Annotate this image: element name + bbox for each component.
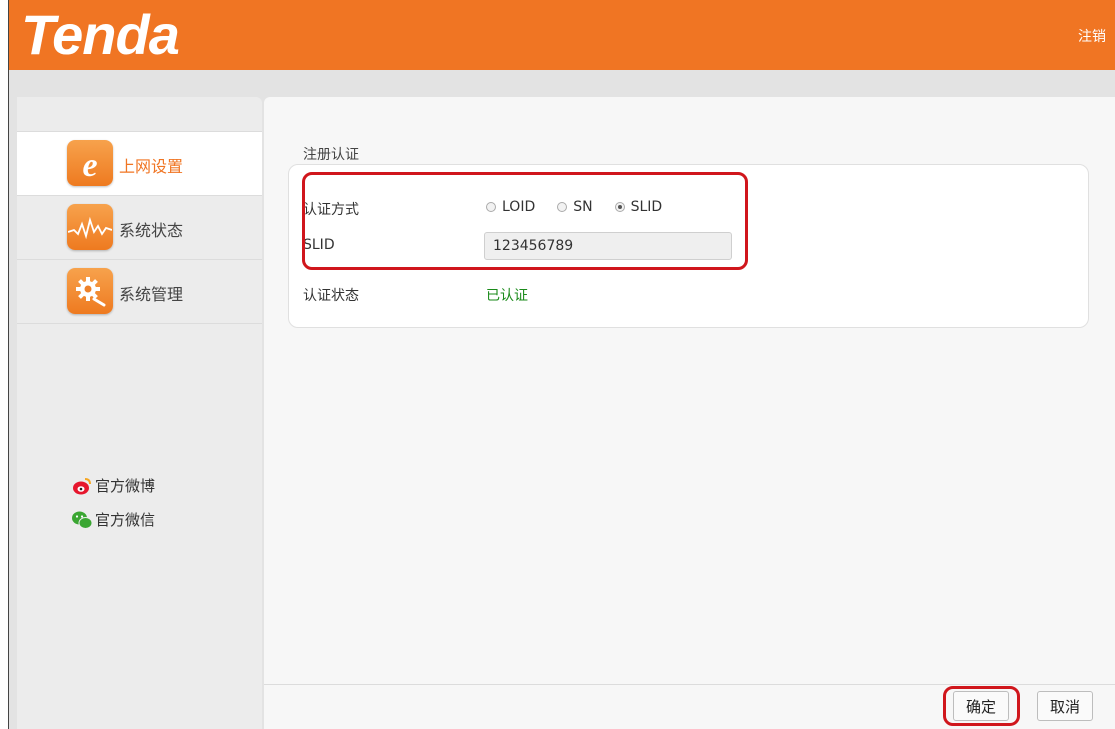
- slid-input[interactable]: [484, 232, 732, 260]
- auth-status-label: 认证状态: [303, 288, 359, 304]
- radio-button[interactable]: [486, 202, 496, 212]
- sidebar-item-system-management[interactable]: 系统管理: [17, 259, 262, 324]
- sidebar-item-label: 上网设置: [119, 157, 184, 176]
- logout-link[interactable]: 注销: [1078, 26, 1106, 46]
- section-title: 注册认证: [303, 147, 359, 163]
- auth-settings-card: 认证方式 LOID SN SLID SLID 认证状态 已认证: [288, 164, 1089, 328]
- ie-icon: e: [67, 140, 113, 186]
- sidebar-item-internet-settings[interactable]: e 上网设置: [17, 131, 262, 195]
- auth-method-radio-group: LOID SN SLID: [486, 199, 684, 215]
- confirm-button[interactable]: 确定: [953, 691, 1009, 721]
- weibo-icon: [71, 476, 93, 496]
- weibo-link[interactable]: 官方微博: [71, 475, 155, 496]
- wechat-icon: [71, 510, 93, 530]
- auth-method-label: 认证方式: [303, 202, 359, 218]
- radio-slid[interactable]: SLID: [614, 199, 663, 215]
- footer-divider: [264, 684, 1115, 685]
- sidebar-item-label: 系统状态: [119, 221, 184, 240]
- gear-icon: [67, 268, 113, 314]
- radio-button-selected[interactable]: [614, 202, 625, 212]
- sidebar: e 上网设置 系统状态 系统管理 官方微博 官方微信: [17, 97, 262, 729]
- radio-button[interactable]: [557, 202, 568, 212]
- main-panel: 注册认证 认证方式 LOID SN SLID SLID 认证状态: [264, 97, 1115, 729]
- weibo-label: 官方微博: [95, 477, 156, 495]
- wechat-link[interactable]: 官方微信: [71, 509, 155, 530]
- wechat-label: 官方微信: [95, 511, 156, 529]
- radio-loid[interactable]: LOID: [486, 199, 535, 215]
- slid-label: SLID: [303, 237, 335, 253]
- radio-label: LOID: [502, 199, 536, 215]
- top-header: Tenda 注销: [9, 0, 1115, 70]
- svg-text:e: e: [82, 147, 97, 181]
- radio-sn[interactable]: SN: [557, 199, 593, 215]
- router-admin-window: Tenda 注销 e 上网设置 系统状态 系统管理 官方微博 官方微信 注册认证…: [8, 0, 1115, 729]
- radio-label: SN: [573, 199, 593, 215]
- cancel-button[interactable]: 取消: [1037, 691, 1093, 721]
- pulse-icon: [67, 204, 113, 250]
- sidebar-item-label: 系统管理: [119, 285, 184, 304]
- tenda-logo: Tenda: [21, 3, 180, 66]
- auth-status-value: 已认证: [486, 288, 528, 304]
- radio-label: SLID: [630, 199, 663, 215]
- sidebar-item-system-status[interactable]: 系统状态: [17, 195, 262, 259]
